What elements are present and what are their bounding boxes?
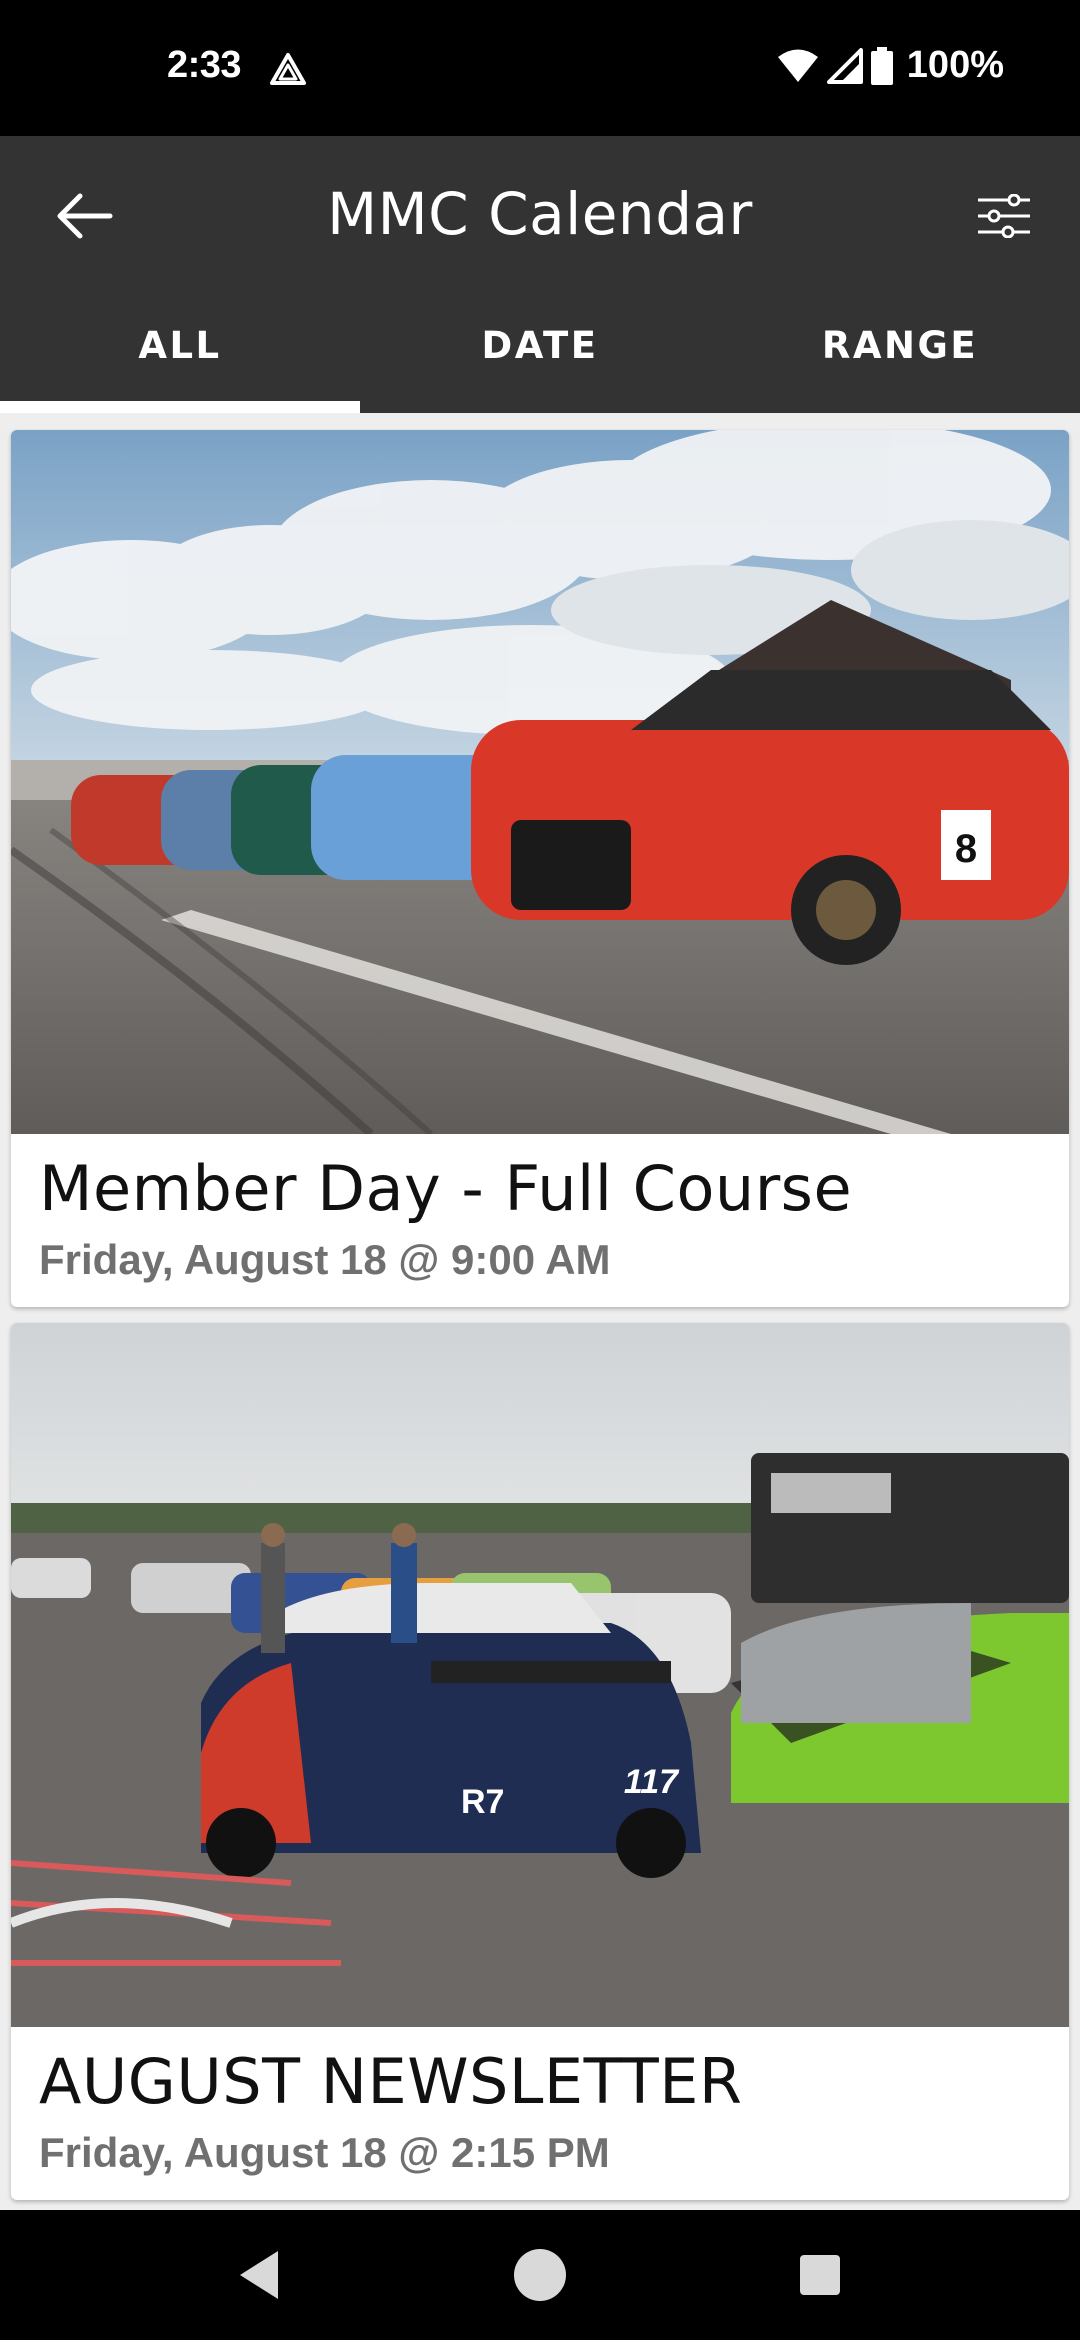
- page-title: MMC Calendar: [327, 180, 753, 248]
- wifi-icon: [777, 49, 818, 82]
- alert-triangle-icon: [270, 53, 306, 85]
- battery-icon: [870, 46, 893, 85]
- system-nav-bar: [0, 2210, 1080, 2340]
- status-indicators: 100%: [777, 44, 1004, 87]
- svg-text:R7: R7: [461, 1783, 504, 1821]
- tab-all[interactable]: ALL: [0, 286, 360, 413]
- sliders-icon: [978, 194, 1030, 238]
- event-list[interactable]: 8 Member Day - Full Course Friday, Augus…: [0, 413, 1080, 2210]
- status-bar: 2:33 100%: [0, 0, 1080, 136]
- svg-text:8: 8: [955, 827, 977, 871]
- event-date: Friday, August 18 @ 9:00 AM: [39, 1236, 611, 1283]
- nav-back-icon[interactable]: [230, 2245, 290, 2305]
- race-cars-in-paddock-photo: R7 117: [11, 1323, 1069, 2027]
- status-time: 2:33: [167, 44, 242, 86]
- event-card[interactable]: R7 117 AUGUST NEWSLETTER Friday, August …: [11, 1323, 1069, 2200]
- row-of-bmw-cars-on-track-photo: 8: [11, 430, 1069, 1134]
- event-title: AUGUST NEWSLETTER: [39, 2045, 743, 2118]
- event-title: Member Day - Full Course: [39, 1152, 853, 1225]
- nav-home-icon[interactable]: [510, 2245, 570, 2305]
- filter-button[interactable]: [964, 176, 1044, 256]
- event-card[interactable]: 8 Member Day - Full Course Friday, Augus…: [11, 430, 1069, 1307]
- nav-recents-icon[interactable]: [790, 2245, 850, 2305]
- tab-range[interactable]: RANGE: [720, 286, 1080, 413]
- tab-date[interactable]: DATE: [360, 286, 720, 413]
- app-bar: MMC Calendar ALL DATE RANGE: [0, 136, 1080, 413]
- event-date: Friday, August 18 @ 2:15 PM: [39, 2129, 610, 2176]
- tab-bar: ALL DATE RANGE: [0, 286, 1080, 413]
- battery-percent: 100%: [906, 44, 1004, 86]
- signal-icon: [826, 47, 863, 84]
- svg-text:117: 117: [624, 1763, 680, 1801]
